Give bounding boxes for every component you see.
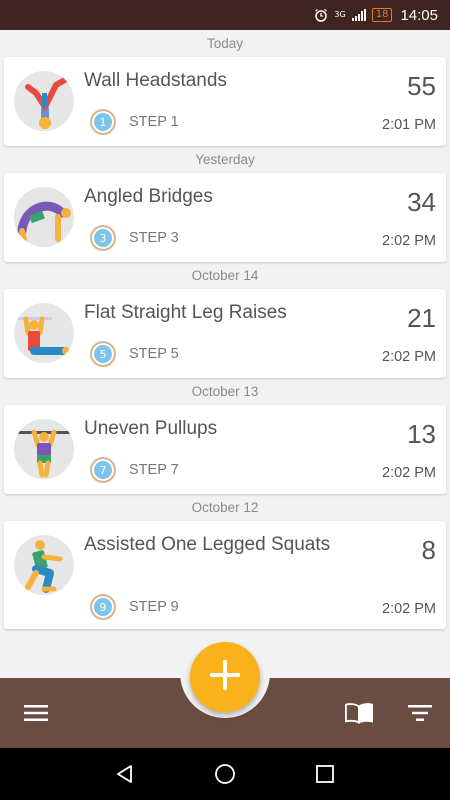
entry-time: 2:02 PM bbox=[382, 233, 436, 249]
hamburger-menu-icon[interactable] bbox=[22, 700, 50, 726]
entry-time: 2:02 PM bbox=[382, 601, 436, 617]
step-indicator: 3 STEP 3 bbox=[90, 225, 179, 251]
rep-count: 21 bbox=[407, 303, 436, 333]
rep-count: 55 bbox=[407, 71, 436, 101]
step-badge: 1 bbox=[90, 109, 116, 135]
step-badge: 3 bbox=[90, 225, 116, 251]
step-indicator: 7 STEP 7 bbox=[90, 457, 179, 483]
leg-raise-figure-icon bbox=[14, 303, 74, 363]
clock: 14:05 bbox=[400, 6, 438, 24]
day-header: October 14 bbox=[191, 268, 259, 283]
entry-time: 2:02 PM bbox=[382, 349, 436, 365]
alarm-icon bbox=[314, 8, 328, 22]
day-header: Today bbox=[206, 36, 244, 51]
workout-entry-card[interactable]: Assisted One Legged Squats 9 STEP 9 8 2:… bbox=[4, 521, 446, 629]
headstand-figure-icon bbox=[14, 71, 74, 131]
exercise-name: Wall Headstands bbox=[84, 70, 227, 91]
exercise-name: Flat Straight Leg Raises bbox=[84, 302, 287, 323]
step-badge: 7 bbox=[90, 457, 116, 483]
network-type: 3G bbox=[334, 10, 346, 19]
step-label: STEP 7 bbox=[129, 462, 179, 478]
step-indicator: 1 STEP 1 bbox=[90, 109, 179, 135]
day-header: Yesterday bbox=[195, 152, 255, 167]
system-navigation-bar bbox=[0, 748, 450, 800]
back-icon[interactable] bbox=[113, 762, 137, 786]
book-icon[interactable] bbox=[345, 700, 373, 726]
step-label: STEP 9 bbox=[129, 599, 179, 615]
squat-figure-icon bbox=[14, 535, 74, 595]
workout-entry-card[interactable]: Uneven Pullups 7 STEP 7 13 2:02 PM bbox=[4, 405, 446, 494]
entry-time: 2:02 PM bbox=[382, 465, 436, 481]
workout-log-feed[interactable]: Today Wall Headstands 1 STEP 1 55 2:01 P… bbox=[0, 30, 450, 678]
add-workout-button[interactable] bbox=[190, 642, 260, 712]
bridge-figure-icon bbox=[14, 187, 74, 247]
exercise-name: Assisted One Legged Squats bbox=[84, 534, 331, 555]
day-header: October 13 bbox=[191, 384, 259, 399]
step-badge: 9 bbox=[90, 594, 116, 620]
day-header: October 12 bbox=[191, 500, 259, 515]
step-label: STEP 3 bbox=[129, 230, 179, 246]
step-badge: 5 bbox=[90, 341, 116, 367]
recent-apps-icon[interactable] bbox=[313, 762, 337, 786]
step-label: STEP 5 bbox=[129, 346, 179, 362]
exercise-name: Angled Bridges bbox=[84, 186, 213, 207]
workout-entry-card[interactable]: Angled Bridges 3 STEP 3 34 2:02 PM bbox=[4, 173, 446, 262]
home-icon[interactable] bbox=[213, 762, 237, 786]
rep-count: 34 bbox=[407, 187, 436, 217]
entry-time: 2:01 PM bbox=[382, 117, 436, 133]
exercise-name: Uneven Pullups bbox=[84, 418, 218, 439]
battery-icon: 18 bbox=[371, 8, 393, 22]
plus-icon bbox=[210, 660, 240, 694]
pullup-figure-icon bbox=[14, 419, 74, 479]
filter-icon[interactable] bbox=[406, 700, 434, 726]
step-indicator: 9 STEP 9 bbox=[90, 594, 179, 620]
rep-count: 13 bbox=[407, 419, 436, 449]
workout-entry-card[interactable]: Wall Headstands 1 STEP 1 55 2:01 PM bbox=[4, 57, 446, 146]
workout-entry-card[interactable]: Flat Straight Leg Raises 5 STEP 5 21 2:0… bbox=[4, 289, 446, 378]
rep-count: 8 bbox=[421, 535, 436, 565]
step-label: STEP 1 bbox=[129, 114, 179, 130]
signal-icon bbox=[351, 9, 366, 21]
step-indicator: 5 STEP 5 bbox=[90, 341, 179, 367]
status-bar: 3G 18 14:05 bbox=[0, 0, 450, 30]
